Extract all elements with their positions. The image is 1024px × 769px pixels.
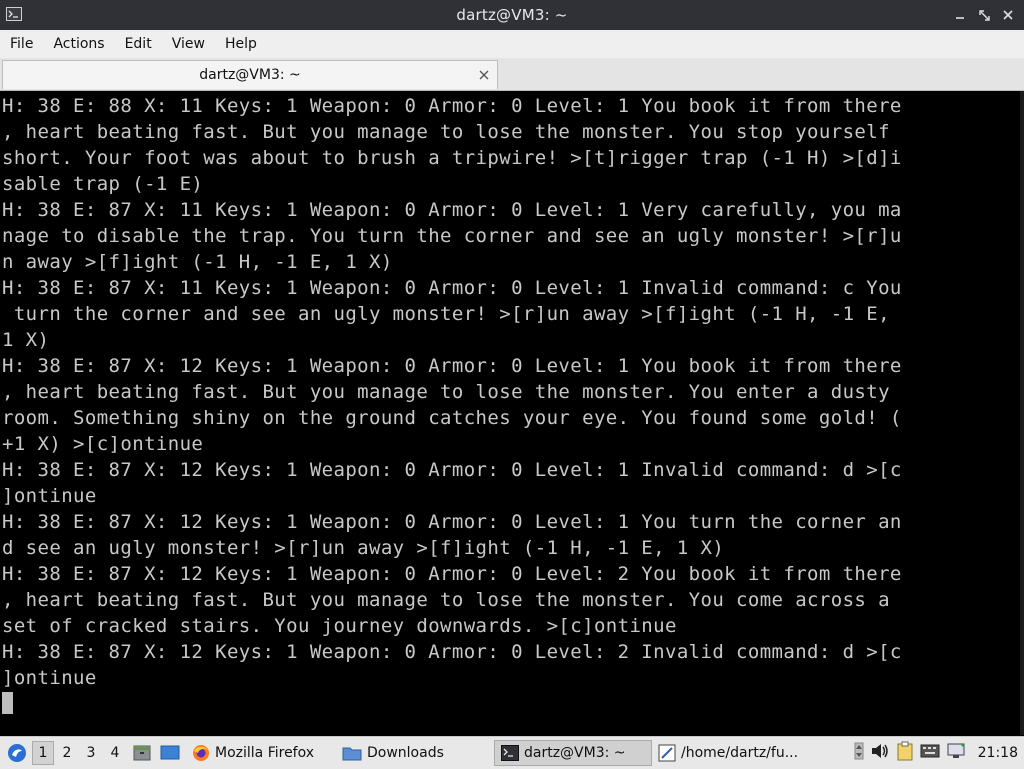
terminal-line: short. Your foot was about to brush a tr… [2,147,902,169]
terminal-line: turn the corner and see an ugly monster!… [2,303,890,325]
terminal-line: sable trap (-1 E) [2,173,204,195]
terminal-line: H: 38 E: 87 X: 12 Keys: 1 Weapon: 0 Armo… [2,641,902,663]
volume-icon[interactable] [870,742,890,764]
workspace-2[interactable]: 2 [56,741,78,765]
desktop-icon [160,745,180,760]
task-downloads[interactable]: Downloads [336,740,494,766]
menu-view[interactable]: View [162,30,215,58]
system-tray: 21:18 [854,737,1024,769]
terminal-line: ]ontinue [2,485,97,507]
task-label: Mozilla Firefox [215,745,315,761]
terminal-line: n away >[f]ight (-1 H, -1 E, 1 X) [2,251,393,273]
terminal-line: H: 38 E: 88 X: 11 Keys: 1 Weapon: 0 Armo… [2,95,902,117]
terminal-line: H: 38 E: 87 X: 12 Keys: 1 Weapon: 0 Armo… [2,459,902,481]
menu-file[interactable]: File [0,30,43,58]
workspace-4[interactable]: 4 [104,741,126,765]
terminal-line: d see an ugly monster! >[r]un away >[f]i… [2,537,725,559]
show-desktop-button[interactable] [158,741,182,765]
minimize-button[interactable] [950,5,970,25]
clock[interactable]: 21:18 [978,745,1018,761]
terminal-app-icon [6,6,22,22]
tab-terminal[interactable]: dartz@VM3: ~ [2,60,498,89]
clipboard-icon[interactable] [896,741,914,765]
terminal-line: , heart beating fast. But you manage to … [2,121,890,143]
tab-bar: dartz@VM3: ~ [0,58,1024,91]
terminal-cursor [2,692,13,714]
close-icon [479,70,489,80]
task-text-editor[interactable]: /home/dartz/fu... [652,740,810,766]
firefox-icon [193,745,209,761]
lxqt-logo-icon [8,744,26,762]
terminal-line: , heart beating fast. But you manage to … [2,381,890,403]
menu-bar: File Actions Edit View Help [0,30,1024,58]
terminal-line: set of cracked stairs. You journey downw… [2,615,677,637]
taskbar: 1 2 3 4 Mozilla Firefox Downloads dartz@… [0,736,1024,769]
task-label: /home/dartz/fu... [681,745,799,761]
scroll-indicator-icon [854,742,864,764]
task-firefox[interactable]: Mozilla Firefox [186,740,336,766]
restore-icon [978,9,990,21]
terminal-icon [501,745,519,761]
start-menu-button[interactable] [4,740,30,766]
restore-button[interactable] [974,5,994,25]
menu-actions[interactable]: Actions [43,30,114,58]
terminal-line: 1 X) [2,329,50,351]
terminal-output[interactable]: H: 38 E: 88 X: 11 Keys: 1 Weapon: 0 Armo… [0,91,1024,735]
close-button[interactable] [998,5,1018,25]
tab-label: dartz@VM3: ~ [199,67,301,83]
terminal-text: H: 38 E: 88 X: 11 Keys: 1 Weapon: 0 Armo… [2,93,902,717]
window-titlebar[interactable]: dartz@VM3: ~ [0,0,1024,30]
tab-close-button[interactable] [479,66,489,84]
terminal-scrollbar[interactable] [1020,91,1024,735]
terminal-line: +1 X) >[c]ontinue [2,433,204,455]
terminal-line: H: 38 E: 87 X: 11 Keys: 1 Weapon: 0 Armo… [2,277,902,299]
terminal-line: H: 38 E: 87 X: 12 Keys: 1 Weapon: 0 Armo… [2,511,902,533]
window-title: dartz@VM3: ~ [456,6,568,24]
task-label: dartz@VM3: ~ [524,745,626,761]
terminal-line: ]ontinue [2,667,97,689]
archive-icon [133,745,151,761]
network-icon[interactable] [946,742,966,764]
text-editor-icon [658,744,676,762]
workspace-3[interactable]: 3 [80,741,102,765]
menu-help[interactable]: Help [215,30,267,58]
workspace-1[interactable]: 1 [32,741,54,765]
keyboard-icon[interactable] [920,742,940,764]
terminal-line: H: 38 E: 87 X: 11 Keys: 1 Weapon: 0 Armo… [2,199,902,221]
terminal-line: , heart beating fast. But you manage to … [2,589,890,611]
task-label: Downloads [367,745,444,761]
task-terminal[interactable]: dartz@VM3: ~ [494,740,652,766]
terminal-line: room. Something shiny on the ground catc… [2,407,902,429]
terminal-line: nage to disable the trap. You turn the c… [2,225,902,247]
terminal-line: H: 38 E: 87 X: 12 Keys: 1 Weapon: 0 Armo… [2,563,902,585]
folder-icon [342,747,362,761]
minimize-icon [956,17,964,19]
terminal-line: H: 38 E: 87 X: 12 Keys: 1 Weapon: 0 Armo… [2,355,902,377]
file-manager-launcher[interactable] [130,741,154,765]
close-icon [1003,10,1013,20]
menu-edit[interactable]: Edit [115,30,162,58]
